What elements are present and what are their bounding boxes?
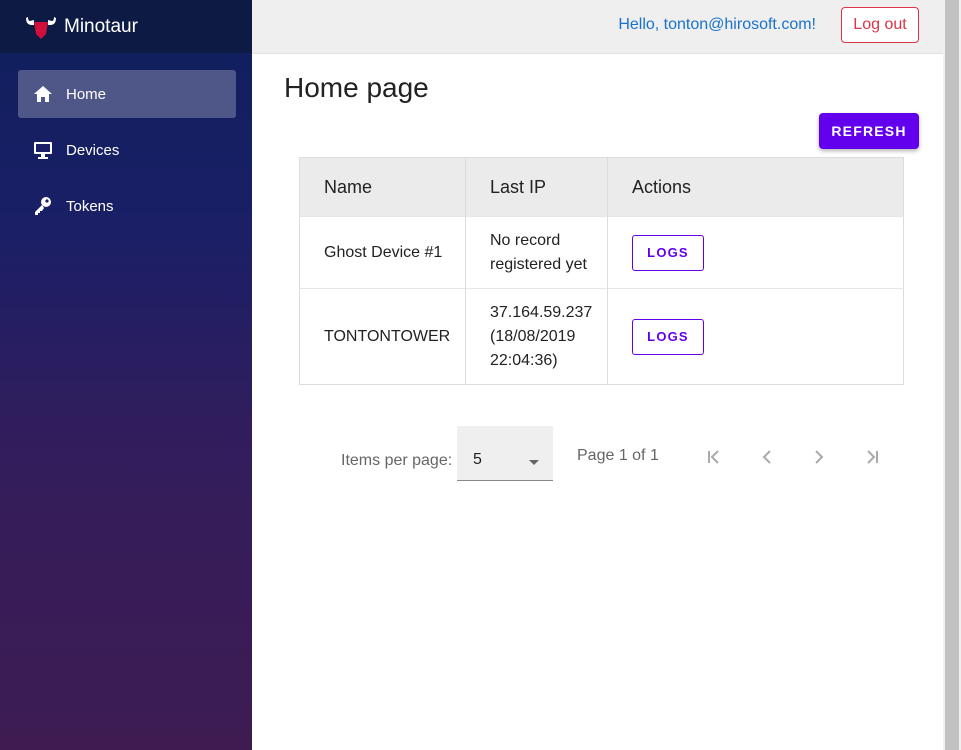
bull-logo-icon (26, 16, 56, 39)
home-icon (32, 83, 54, 105)
top-bar: Hello, tonton@hirosoft.com! Log out (252, 0, 943, 54)
paginator: Items per page: 5 Page 1 of 1 (299, 426, 904, 482)
actions-cell: LOGS (607, 216, 904, 289)
brand[interactable]: Minotaur (0, 0, 252, 53)
sidebar-item-tokens[interactable]: Tokens (18, 182, 236, 230)
last-ip-line: 37.164.59.237 (490, 303, 593, 321)
key-icon (32, 195, 54, 217)
last-ip-cell: 37.164.59.237 (18/08/2019 22:04:36) (465, 288, 608, 385)
refresh-button[interactable]: REFRESH (819, 113, 919, 149)
logs-button[interactable]: LOGS (632, 318, 704, 355)
sidebar-item-home[interactable]: Home (18, 70, 236, 118)
column-header-actions: Actions (607, 157, 904, 217)
last-ip-line: 22:04:36) (490, 351, 558, 369)
last-page-icon[interactable] (860, 445, 884, 469)
page-scrollbar[interactable] (943, 0, 961, 750)
column-header-name[interactable]: Name (299, 157, 466, 217)
last-ip-line: registered yet (490, 255, 587, 273)
sidebar-nav: Home Devices Tokens (0, 53, 252, 230)
greeting-text: Hello, tonton@hirosoft.com! (618, 16, 816, 33)
sidebar-item-label: Devices (66, 141, 120, 159)
logs-button[interactable]: LOGS (632, 234, 704, 271)
sidebar-item-label: Home (66, 85, 107, 103)
previous-page-icon[interactable] (755, 445, 779, 469)
items-per-page-value: 5 (473, 451, 482, 468)
devices-table: Name Last IP Actions Ghost Device #1 No … (299, 157, 904, 385)
actions-cell: LOGS (607, 288, 904, 385)
page-title: Home page (284, 72, 429, 103)
column-header-last-ip[interactable]: Last IP (465, 157, 608, 217)
sidebar: Minotaur Home Devices Tokens (0, 0, 252, 750)
last-ip-cell: No record registered yet (465, 216, 608, 289)
items-per-page-select[interactable]: 5 (457, 426, 553, 481)
dropdown-arrow-icon (529, 452, 539, 470)
brand-name: Minotaur (64, 15, 138, 37)
table-row: TONTONTOWER 37.164.59.237 (18/08/2019 22… (299, 288, 904, 385)
scrollbar-thumb[interactable] (945, 0, 959, 750)
next-page-icon[interactable] (807, 445, 831, 469)
sidebar-item-devices[interactable]: Devices (18, 126, 236, 174)
items-per-page-label: Items per page: (341, 452, 453, 469)
logout-button[interactable]: Log out (841, 7, 919, 43)
table-row: Ghost Device #1 No record registered yet… (299, 216, 904, 289)
monitor-icon (32, 139, 54, 161)
table-header-row: Name Last IP Actions (299, 157, 904, 217)
sidebar-item-label: Tokens (66, 197, 114, 215)
page-range-label: Page 1 of 1 (577, 447, 659, 464)
last-ip-line: (18/08/2019 (490, 327, 576, 345)
device-name-cell: TONTONTOWER (299, 288, 466, 385)
device-name-cell: Ghost Device #1 (299, 216, 466, 289)
last-ip-line: No record (490, 231, 561, 249)
first-page-icon[interactable] (702, 445, 726, 469)
